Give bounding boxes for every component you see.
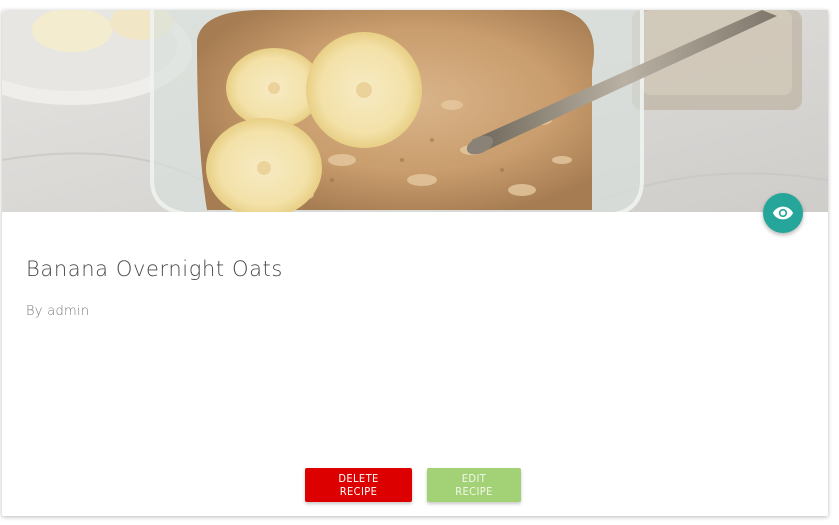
recipe-title: Banana Overnight Oats bbox=[26, 257, 283, 281]
recipe-card: Banana Overnight Oats By admin DELETE RE… bbox=[2, 10, 828, 516]
recipe-author: By admin bbox=[26, 304, 90, 319]
recipe-image bbox=[2, 10, 828, 212]
card-content: Banana Overnight Oats By admin bbox=[26, 254, 804, 319]
delete-recipe-button[interactable]: DELETE RECIPE bbox=[305, 468, 412, 502]
view-recipe-button[interactable] bbox=[763, 193, 803, 233]
edit-recipe-button[interactable]: EDIT RECIPE bbox=[427, 468, 521, 502]
card-actions: DELETE RECIPE EDIT RECIPE bbox=[2, 468, 828, 502]
eye-icon bbox=[772, 206, 794, 220]
